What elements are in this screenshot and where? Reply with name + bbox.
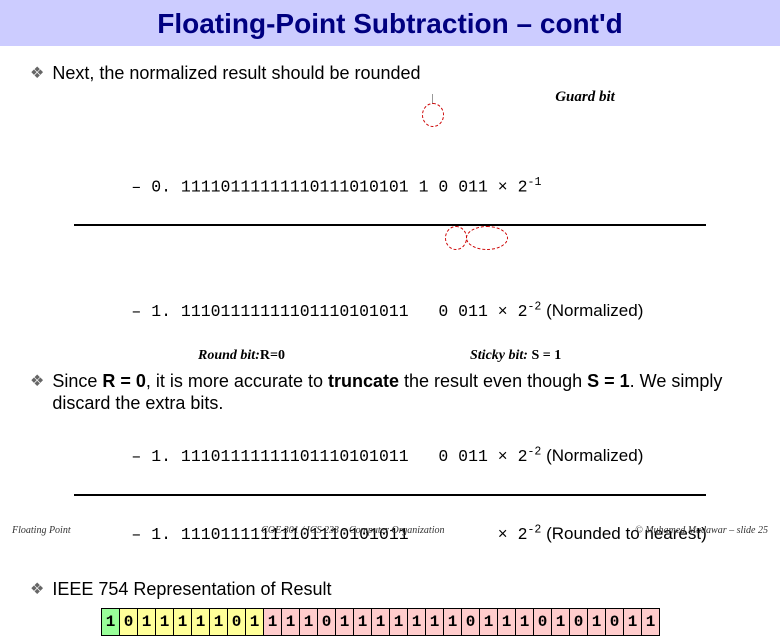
divider	[74, 224, 706, 226]
bullet-1-text: Next, the normalized result should be ro…	[52, 62, 750, 85]
ieee-bit: 1	[353, 608, 372, 636]
ieee-bit: 1	[173, 608, 192, 636]
calc3-exp: -2	[528, 446, 542, 459]
diamond-icon: ❖	[30, 63, 44, 83]
calc-line-2: – 1. 11101111111101110101011 0 011 × 2-2…	[72, 229, 750, 345]
ieee-bit: 1	[371, 608, 390, 636]
ieee-bit: 1	[191, 608, 210, 636]
ieee-bit: 0	[569, 608, 588, 636]
ieee-bit: 1	[389, 608, 408, 636]
ieee-bit: 1	[299, 608, 318, 636]
ieee-bit: 1	[443, 608, 462, 636]
ieee-bit: 1	[155, 608, 174, 636]
ieee-bit: 1	[425, 608, 444, 636]
bullet-3-text: IEEE 754 Representation of Result	[52, 578, 750, 601]
calc2-pre: – 1. 11101111111101110101011	[131, 302, 438, 321]
slide-title: Floating-Point Subtraction – cont'd	[0, 8, 780, 40]
calc2-mid: × 2	[488, 302, 528, 321]
calc-line-3: – 1. 11101111111101110101011 0 011 × 2-2…	[72, 421, 750, 491]
ieee-bit: 0	[605, 608, 624, 636]
title-bar: Floating-Point Subtraction – cont'd	[0, 0, 780, 46]
calc2-bits: 0 011	[438, 302, 488, 321]
ieee-bit: 1	[101, 608, 120, 636]
calc2-norm: (Normalized)	[541, 301, 643, 320]
footer-center: COE 301 / ICS 233 – Computer Organizatio…	[261, 525, 444, 536]
footer: Floating Point COE 301 / ICS 233 – Compu…	[0, 525, 780, 536]
round-bit-value: R=0	[260, 348, 285, 364]
ieee-bit: 1	[623, 608, 642, 636]
round-bit-label: Round bit:	[198, 348, 260, 364]
calc2-exp: -2	[528, 300, 542, 313]
ieee-bit: 1	[245, 608, 264, 636]
ieee-bit: 1	[641, 608, 660, 636]
footer-right: © Muhamed Mudawar – slide 25	[635, 525, 768, 536]
ieee-bit: 0	[119, 608, 138, 636]
guard-circle-icon	[422, 103, 444, 127]
guard-bit-label: Guard bit	[420, 89, 750, 106]
ieee-bit: 0	[533, 608, 552, 636]
bullet-2-text: Since R = 0, it is more accurate to trun…	[52, 370, 750, 415]
ieee-bits-box: 1011111011110111111101110101011	[102, 608, 750, 636]
calc-block-1: – 0. 11110111111110111010101 1 0 011 × 2…	[72, 106, 750, 222]
calc1-g: 1	[419, 177, 429, 196]
round-circle-icon	[445, 226, 467, 250]
round-sticky-labels: Round bit: R=0 Sticky bit: S = 1	[30, 346, 750, 364]
ieee-bit: 1	[497, 608, 516, 636]
ieee-bit: 1	[335, 608, 354, 636]
calc3-pre: – 1. 11101111111101110101011 0 011 × 2	[131, 447, 527, 466]
ieee-bit: 1	[209, 608, 228, 636]
ieee-bit: 0	[227, 608, 246, 636]
ieee-bit: 1	[515, 608, 534, 636]
ieee-bit: 1	[479, 608, 498, 636]
calc3-norm: (Normalized)	[541, 446, 643, 465]
calc1-post: 0 011 × 2	[428, 177, 527, 196]
ieee-bit: 1	[587, 608, 606, 636]
ieee-bit: 1	[551, 608, 570, 636]
calc1-pre: – 0. 11110111111110111010101	[131, 177, 418, 196]
ieee-bit: 1	[281, 608, 300, 636]
sticky-bit-label: Sticky bit:	[470, 348, 528, 363]
divider	[74, 494, 706, 496]
calc1-exp: -1	[528, 176, 542, 189]
bullet-1: ❖ Next, the normalized result should be …	[30, 62, 750, 85]
ieee-bit: 1	[263, 608, 282, 636]
sticky-bit-value: S = 1	[528, 348, 561, 363]
ieee-bit: 0	[461, 608, 480, 636]
sticky-circle-icon	[466, 226, 508, 250]
slide-content: ❖ Next, the normalized result should be …	[0, 46, 780, 636]
calc-block-2: – 1. 11101111111101110101011 0 011 × 2-2…	[72, 229, 750, 345]
calc-block-3: – 1. 11101111111101110101011 0 011 × 2-2…	[72, 421, 750, 491]
ieee-bit: 1	[137, 608, 156, 636]
calc-line-1: – 0. 11110111111110111010101 1 0 011 × 2…	[72, 106, 750, 222]
diamond-icon: ❖	[30, 371, 44, 391]
ieee-bit: 0	[317, 608, 336, 636]
bullet-2: ❖ Since R = 0, it is more accurate to tr…	[30, 370, 750, 415]
ieee-bit: 1	[407, 608, 426, 636]
diamond-icon: ❖	[30, 579, 44, 599]
footer-left: Floating Point	[12, 525, 71, 536]
bullet-3: ❖ IEEE 754 Representation of Result	[30, 578, 750, 601]
